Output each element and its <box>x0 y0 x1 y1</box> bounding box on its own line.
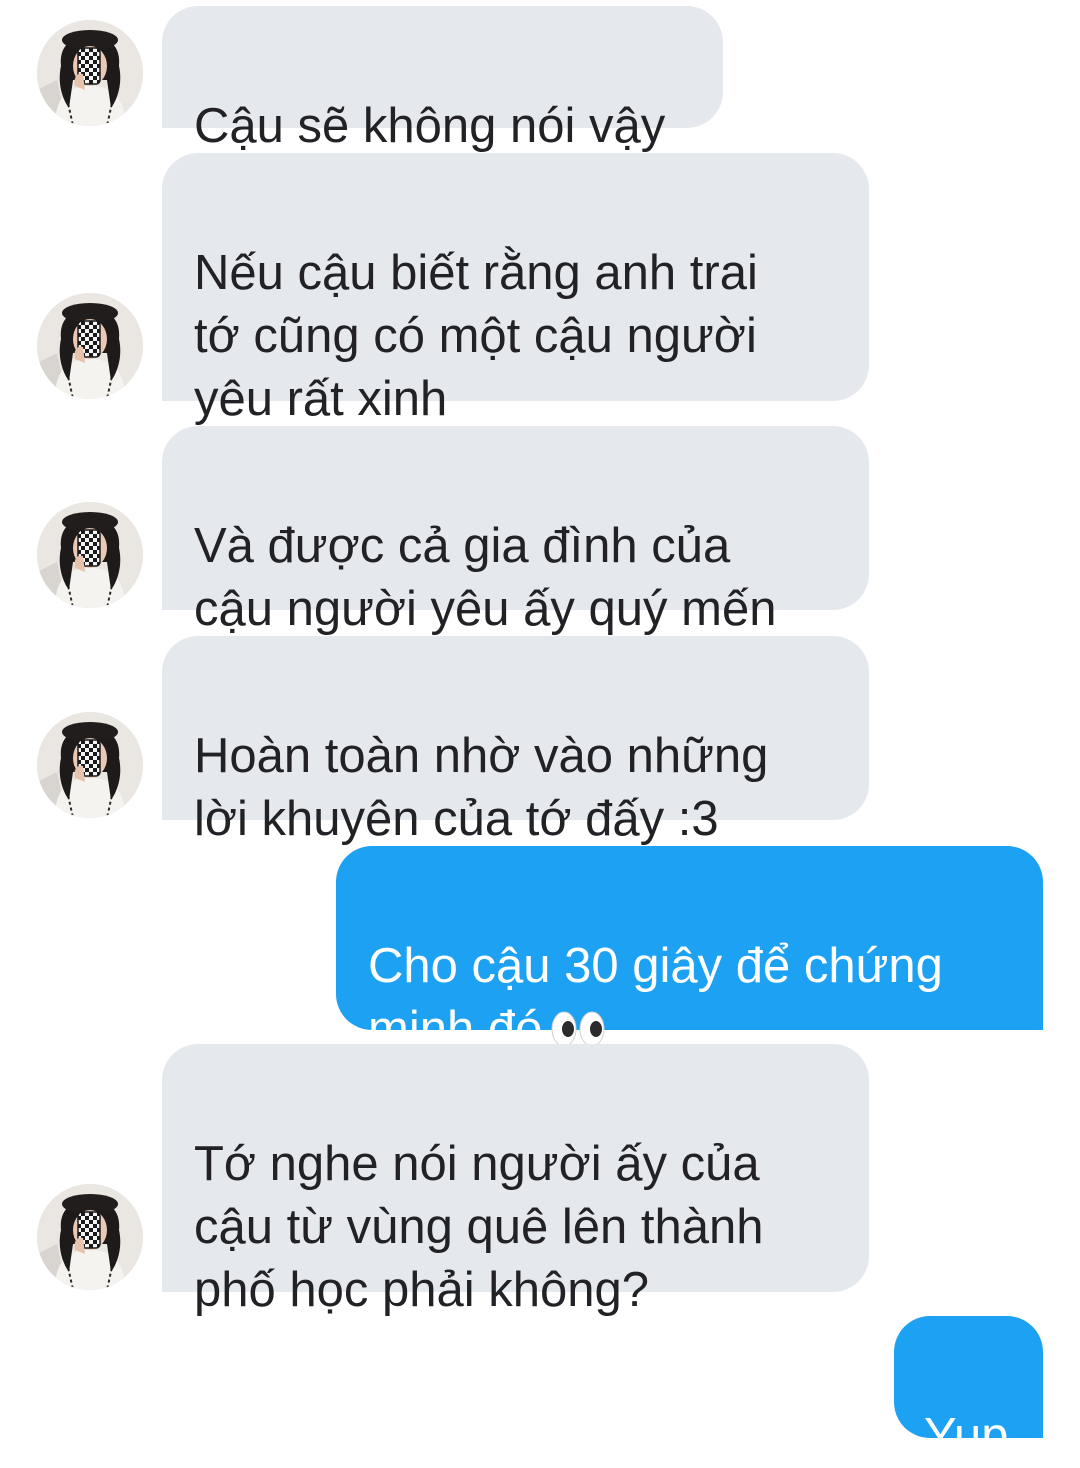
contact-avatar[interactable] <box>37 20 143 126</box>
message-text: Hoàn toàn nhờ vào những lời khuyên của t… <box>194 729 769 846</box>
message-row-outgoing: Cho cậu 30 giây để chứng minh đó <box>0 846 1080 1056</box>
contact-avatar[interactable] <box>37 712 143 818</box>
avatar-image <box>37 712 143 818</box>
message-text: Cho cậu 30 giây để chứng minh đó <box>368 939 943 1056</box>
message-bubble-incoming[interactable]: Cậu sẽ không nói vậy <box>162 6 723 153</box>
message-row-outgoing: Yup <box>0 1316 1080 1463</box>
avatar-image <box>37 20 143 126</box>
message-text: Và được cả gia đình của cậu người yêu ấy… <box>194 519 777 636</box>
avatar-image <box>37 293 143 399</box>
message-text: Yup <box>924 1409 1009 1463</box>
message-bubble-incoming[interactable]: Và được cả gia đình của cậu người yêu ấy… <box>162 426 869 636</box>
message-row-incoming: Nếu cậu biết rằng anh trai tớ cũng có mộ… <box>0 153 1080 426</box>
message-text: Nếu cậu biết rằng anh trai tớ cũng có mộ… <box>194 246 758 426</box>
message-text: Tớ nghe nói người ấy của cậu từ vùng quê… <box>194 1137 764 1317</box>
message-row-incoming: Cậu sẽ không nói vậy <box>0 6 1080 153</box>
message-row-incoming: Hoàn toàn nhờ vào những lời khuyên của t… <box>0 636 1080 846</box>
message-row-incoming: Tớ nghe nói người ấy của cậu từ vùng quê… <box>0 1044 1080 1317</box>
contact-avatar[interactable] <box>37 502 143 608</box>
contact-avatar[interactable] <box>37 1184 143 1290</box>
contact-avatar[interactable] <box>37 293 143 399</box>
avatar-image <box>37 1184 143 1290</box>
message-text: Cậu sẽ không nói vậy <box>194 99 666 153</box>
message-bubble-incoming[interactable]: Tớ nghe nói người ấy của cậu từ vùng quê… <box>162 1044 869 1317</box>
message-bubble-outgoing[interactable]: Yup <box>894 1316 1043 1463</box>
message-bubble-outgoing[interactable]: Cho cậu 30 giây để chứng minh đó <box>336 846 1043 1056</box>
avatar-image <box>37 502 143 608</box>
message-bubble-incoming[interactable]: Hoàn toàn nhờ vào những lời khuyên của t… <box>162 636 869 846</box>
message-row-incoming: Và được cả gia đình của cậu người yêu ấy… <box>0 426 1080 636</box>
message-bubble-incoming[interactable]: Nếu cậu biết rằng anh trai tớ cũng có mộ… <box>162 153 869 426</box>
